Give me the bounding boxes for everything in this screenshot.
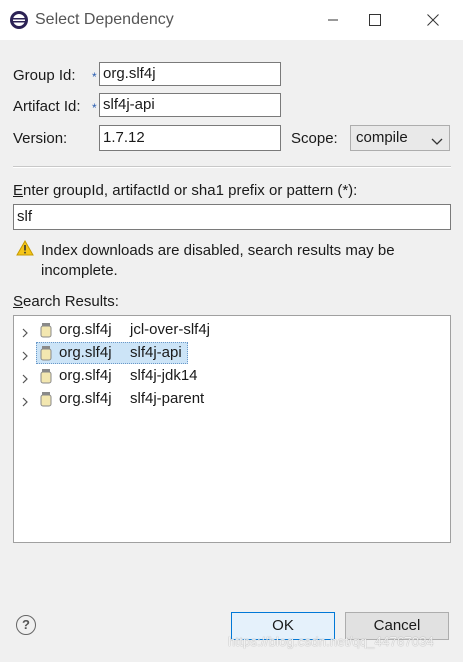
window-title: Select Dependency [35,11,174,28]
row-artifact-id: slf4j-jdk14 [130,367,198,384]
artifact-id-label: Artifact Id: [13,98,81,115]
jar-icon [40,322,52,342]
row-group-id: org.slf4j [59,390,112,407]
search-results-tree[interactable]: org.slf4j jcl-over-slf4j org.slf4j slf4j… [13,315,451,543]
help-button[interactable]: ? [16,615,36,635]
row-artifact-id: slf4j-api [130,344,182,361]
search-label: Enter groupId, artifactId or sha1 prefix… [13,182,357,199]
results-label-mnemonic: S [13,293,24,310]
search-results-label: Search Results: [13,293,119,310]
chevron-down-icon [431,133,443,153]
scope-select[interactable]: compile [350,125,450,151]
row-artifact-id: slf4j-parent [130,390,205,407]
tree-row[interactable]: org.slf4j slf4j-jdk14 [14,365,450,387]
row-group-id: org.slf4j [59,344,112,361]
eclipse-app-icon [9,10,29,30]
row-group-id: org.slf4j [59,321,112,338]
group-id-required-marker: * [92,70,97,84]
minimize-button[interactable] [310,0,356,40]
chevron-right-icon[interactable] [21,394,29,411]
separator [13,166,451,168]
search-label-mnemonic: E [13,182,24,199]
index-warning-text: Index downloads are disabled, search res… [41,242,395,279]
version-label: Version: [13,130,68,147]
jar-icon [40,368,52,388]
row-artifact-id: jcl-over-slf4j [130,321,211,338]
scope-label: Scope: [291,130,338,147]
maximize-button[interactable] [352,0,398,40]
watermark: https://blog.csdn.net/qq_44767034 [228,634,435,649]
row-group-id: org.slf4j [59,367,112,384]
tree-row-selected[interactable]: org.slf4j slf4j-api [14,342,450,364]
tree-row[interactable]: org.slf4j slf4j-parent [14,388,450,410]
title-bar: Select Dependency [0,0,463,40]
version-field[interactable]: 1.7.12 [99,125,281,151]
close-button[interactable] [410,0,456,40]
artifact-id-field[interactable]: slf4j-api [99,93,281,117]
chevron-right-icon[interactable] [21,371,29,388]
chevron-right-icon[interactable] [21,325,29,342]
jar-icon [40,345,52,365]
tree-row[interactable]: org.slf4j jcl-over-slf4j [14,319,450,341]
search-input[interactable]: slf [13,204,451,230]
results-label-text: earch Results: [23,293,119,310]
jar-icon [40,391,52,411]
search-label-text: nter groupId, artifactId or sha1 prefix … [23,182,358,199]
group-id-label: Group Id: [13,67,76,84]
scope-select-value: compile [356,129,408,146]
chevron-right-icon[interactable] [21,348,29,365]
artifact-id-required-marker: * [92,101,97,115]
warning-icon [16,239,34,260]
group-id-field[interactable]: org.slf4j [99,62,281,86]
